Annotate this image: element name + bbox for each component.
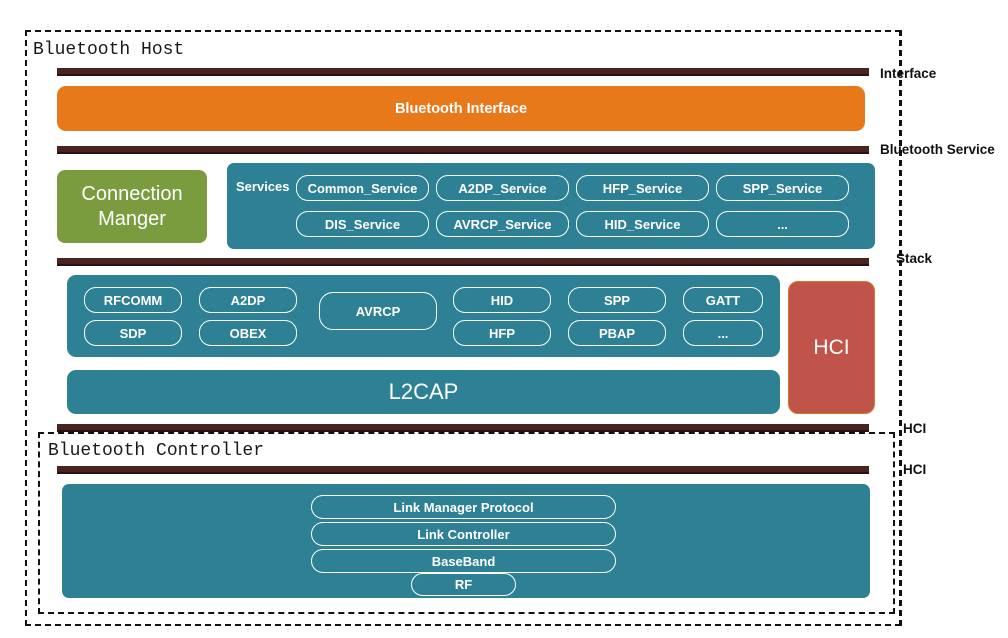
label-hci-upper: HCI — [903, 421, 927, 436]
separator-bar-service-top — [57, 146, 869, 154]
protocol-pill-a2dp[interactable]: A2DP — [199, 287, 297, 313]
controller-pill-link-manager-protocol[interactable]: Link Manager Protocol — [311, 495, 616, 519]
l2cap-block: L2CAP — [67, 370, 780, 414]
bluetooth-controller-title: Bluetooth Controller — [48, 441, 265, 461]
protocol-pill-more[interactable]: ... — [683, 320, 763, 346]
service-pill-common[interactable]: Common_Service — [296, 175, 429, 201]
controller-pill-link-controller[interactable]: Link Controller — [311, 522, 616, 546]
protocol-pill-hfp[interactable]: HFP — [453, 320, 551, 346]
connection-manager-block: Connection Manger — [57, 170, 207, 243]
hci-block: HCI — [788, 281, 875, 414]
controller-pill-rf[interactable]: RF — [411, 573, 516, 596]
connection-manager-line2: Manger — [98, 207, 166, 230]
separator-bar-interface-top — [57, 68, 869, 76]
label-stack: Stack — [896, 251, 933, 266]
service-pill-hid[interactable]: HID_Service — [576, 211, 709, 237]
protocol-pill-obex[interactable]: OBEX — [199, 320, 297, 346]
label-bluetooth-service: Bluetooth Service — [880, 142, 995, 157]
bluetooth-host-title: Bluetooth Host — [33, 40, 185, 60]
connection-manager-line1: Connection — [81, 182, 183, 205]
protocol-pill-gatt[interactable]: GATT — [683, 287, 763, 313]
service-pill-more[interactable]: ... — [716, 211, 849, 237]
protocol-pill-spp[interactable]: SPP — [568, 287, 666, 313]
separator-bar-hci-upper — [57, 424, 869, 432]
protocol-pill-sdp[interactable]: SDP — [84, 320, 182, 346]
protocol-pill-rfcomm[interactable]: RFCOMM — [84, 287, 182, 313]
service-pill-dis[interactable]: DIS_Service — [296, 211, 429, 237]
service-pill-avrcp[interactable]: AVRCP_Service — [436, 211, 569, 237]
protocol-stack-panel: RFCOMM A2DP HID SPP GATT AVRCP SDP OBEX … — [67, 275, 780, 357]
services-panel: Services Common_Service A2DP_Service HFP… — [227, 163, 875, 249]
separator-bar-stack-top — [57, 258, 869, 266]
services-label: Services — [236, 179, 290, 194]
right-annotation-guide-line — [900, 30, 902, 626]
service-pill-hfp[interactable]: HFP_Service — [576, 175, 709, 201]
controller-panel: Link Manager Protocol Link Controller Ba… — [62, 484, 870, 598]
label-hci-lower: HCI — [903, 462, 927, 477]
separator-bar-hci-lower — [57, 466, 869, 474]
service-pill-a2dp[interactable]: A2DP_Service — [436, 175, 569, 201]
diagram-canvas: Bluetooth Host Bluetooth Controller Inte… — [0, 0, 1008, 638]
controller-pill-baseband[interactable]: BaseBand — [311, 549, 616, 573]
bluetooth-interface-block: Bluetooth Interface — [57, 86, 865, 131]
service-pill-spp[interactable]: SPP_Service — [716, 175, 849, 201]
protocol-pill-pbap[interactable]: PBAP — [568, 320, 666, 346]
protocol-pill-hid[interactable]: HID — [453, 287, 551, 313]
protocol-pill-avrcp[interactable]: AVRCP — [319, 292, 437, 330]
label-interface: Interface — [880, 66, 937, 81]
